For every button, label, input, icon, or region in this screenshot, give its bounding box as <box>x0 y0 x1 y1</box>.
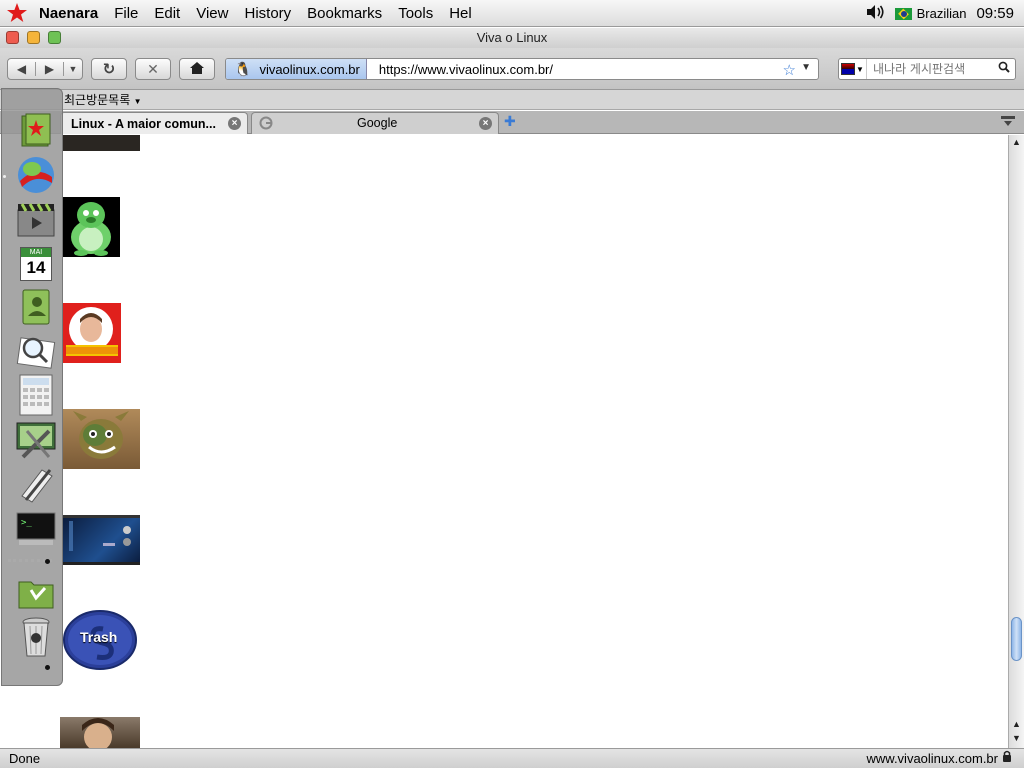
dock-downloads-folder-icon[interactable] <box>15 573 57 613</box>
url-history-dropdown-icon[interactable]: ▼ <box>801 62 811 73</box>
search-engine-logo-icon <box>841 63 856 75</box>
window-minimize-button[interactable] <box>27 31 40 44</box>
dock-trash-icon[interactable] <box>15 617 57 657</box>
menu-edit[interactable]: Edit <box>154 5 180 22</box>
menu-file[interactable]: File <box>114 5 138 22</box>
dock-calendar-icon[interactable]: MAI 14 <box>15 244 57 284</box>
dock-system-preferences-icon[interactable] <box>15 421 57 461</box>
home-button[interactable] <box>179 58 215 80</box>
site-identity-button[interactable]: 🐧 vivaolinux.com.br <box>226 59 367 79</box>
dock-address-book-icon[interactable] <box>15 287 57 327</box>
dock-calculator-icon[interactable] <box>15 374 57 416</box>
vertical-scrollbar[interactable]: ▲ ▲ ▼ <box>1008 135 1024 748</box>
thumbnail-cropped[interactable] <box>63 135 140 151</box>
recent-visits-label: 최근방문목록 <box>64 93 131 107</box>
scrollbar-thumb[interactable] <box>1011 617 1022 661</box>
menu-help[interactable]: Hel <box>449 5 472 22</box>
back-button[interactable]: ◀ <box>8 62 36 76</box>
reload-button[interactable]: ↻ <box>91 58 127 80</box>
stop-icon: ✕ <box>147 60 159 77</box>
tab-close-button[interactable]: × <box>479 117 492 130</box>
scroll-up-arrow-icon[interactable]: ▲ <box>1012 719 1021 729</box>
dock-photo-browser-icon[interactable] <box>15 111 57 151</box>
volume-icon[interactable] <box>865 4 885 24</box>
stop-button[interactable]: ✕ <box>135 58 171 80</box>
window-title: Viva o Linux <box>476 30 548 45</box>
calendar-month-label: MAI <box>21 248 51 257</box>
window-titlebar: Viva o Linux <box>0 28 1024 48</box>
scroll-up-top-icon[interactable]: ▲ <box>1012 137 1021 147</box>
scroll-down-arrow-icon[interactable]: ▼ <box>1012 733 1021 743</box>
menu-view[interactable]: View <box>196 5 228 22</box>
status-bar: Done www.vivaolinux.com.br <box>0 748 1024 768</box>
tab-close-button[interactable]: × <box>228 117 241 130</box>
input-language-label: Brazilian <box>916 6 967 21</box>
trash-badge-avatar[interactable]: Trash <box>63 609 140 671</box>
google-favicon-icon <box>259 116 273 133</box>
bookmark-star-icon[interactable]: ☆ <box>783 61 796 79</box>
web-content: Trash <box>0 135 1008 748</box>
navigation-toolbar: ◀ ▶ ▼ ↻ ✕ 🐧 vivaolinux.com.br ☆ ▼ ▼ <box>0 48 1024 90</box>
menu-history[interactable]: History <box>244 5 291 22</box>
menu-bookmarks[interactable]: Bookmarks <box>307 5 382 22</box>
url-input[interactable] <box>378 61 759 77</box>
url-bar[interactable]: 🐧 vivaolinux.com.br ☆ ▼ <box>225 58 819 80</box>
chevron-down-icon: ▼ <box>133 97 142 106</box>
tab-bar: Linux - A maior comun... × Google × ✚ <box>0 111 1024 134</box>
lock-icon[interactable] <box>1002 749 1012 768</box>
menu-bar: Naenara File Edit View History Bookmarks… <box>0 0 1024 27</box>
history-dropdown-icon[interactable]: ▼ <box>64 64 82 74</box>
bookmarks-toolbar: 최근방문목록 ▼ <box>0 90 1024 110</box>
cartoon-creature-avatar[interactable] <box>63 409 140 469</box>
tab-title: Google <box>357 116 398 130</box>
menu-tools[interactable]: Tools <box>398 5 433 22</box>
home-icon <box>189 61 205 78</box>
recent-visits-menu[interactable]: 최근방문목록 ▼ <box>64 93 142 107</box>
site-identity-label: vivaolinux.com.br <box>259 61 360 77</box>
back-forward-group: ◀ ▶ ▼ <box>7 58 83 80</box>
brazil-flag-icon <box>894 7 912 20</box>
status-text: Done <box>9 751 41 766</box>
dock-terminal-icon[interactable]: >_ <box>15 509 57 549</box>
dock-preview-icon[interactable] <box>15 331 57 371</box>
calendar-day-label: 14 <box>26 258 46 277</box>
tux-site-icon: 🐧 <box>234 60 252 77</box>
tab-vivaolinux[interactable]: Linux - A maior comun... × <box>60 112 248 134</box>
dock-video-player-icon[interactable] <box>15 199 57 239</box>
input-language-menu[interactable]: Brazilian <box>894 6 967 21</box>
reload-icon: ↻ <box>102 61 116 78</box>
desktop-screenshot-thumbnail[interactable] <box>63 515 140 565</box>
forward-button[interactable]: ▶ <box>36 62 64 76</box>
green-tux-avatar[interactable] <box>63 197 120 257</box>
tab-title: Linux - A maior comun... <box>71 116 216 131</box>
app-menu[interactable]: Naenara <box>39 5 98 22</box>
search-engine-selector[interactable]: ▼ <box>839 59 867 79</box>
bazinga-avatar[interactable] <box>63 303 121 363</box>
status-host-label: www.vivaolinux.com.br <box>866 751 999 766</box>
dock-script-editor-icon[interactable] <box>15 465 57 505</box>
red-star-icon[interactable] <box>5 1 29 25</box>
new-tab-button[interactable]: ✚ <box>504 114 518 128</box>
tab-list-button[interactable] <box>1000 115 1018 129</box>
application-dock: MAI 14 >_ <box>1 88 63 686</box>
window-zoom-button[interactable] <box>48 31 61 44</box>
status-host: www.vivaolinux.com.br <box>867 749 1013 768</box>
window-close-button[interactable] <box>6 31 19 44</box>
trash-badge-label: Trash <box>80 629 118 645</box>
tab-google[interactable]: Google × <box>251 112 499 134</box>
svg-text:>_: >_ <box>21 518 32 528</box>
search-box[interactable]: ▼ <box>838 58 1016 80</box>
search-icon[interactable] <box>998 61 1010 76</box>
search-input[interactable] <box>873 62 991 76</box>
menubar-clock[interactable]: 09:59 <box>976 5 1014 22</box>
person-photo-thumbnail[interactable] <box>60 717 140 748</box>
dock-web-browser-icon[interactable] <box>15 155 57 195</box>
